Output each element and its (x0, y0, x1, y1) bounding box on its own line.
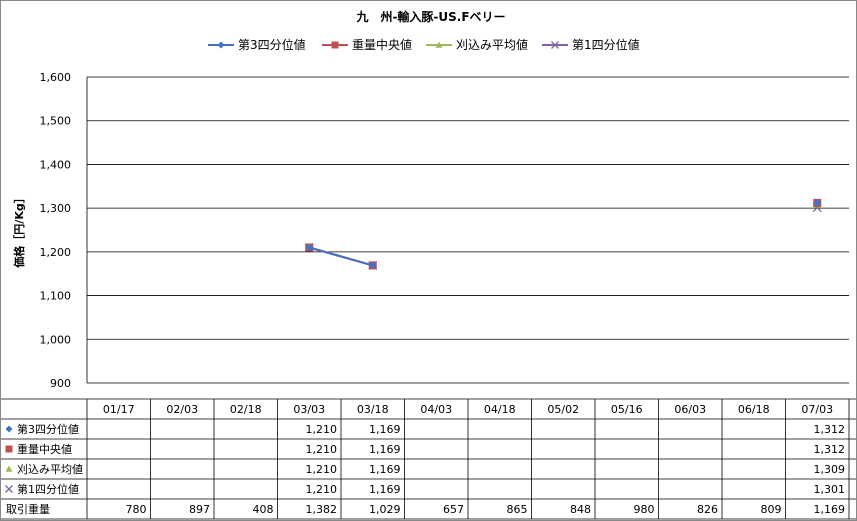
data-label: 1,169 (369, 483, 401, 496)
y-tick-label: 1,200 (40, 246, 72, 259)
legend-marker (331, 41, 339, 49)
volume-label: 848 (570, 503, 591, 516)
legend-label: 重量中央値 (352, 37, 412, 52)
y-axis-ticks: 900 1,000 1,100 1,200 1,300 1,400 1,500 1,600 (40, 71, 72, 390)
volume-label: 780 (126, 503, 147, 516)
y-tick-label: 900 (50, 377, 71, 390)
plot-area (304, 198, 822, 270)
x-tick-label: 03/18 (357, 403, 389, 416)
volume-label: 826 (697, 503, 718, 516)
legend: 第3四分位値 重量中央値 刈込み平均値 第1四分位値 (208, 37, 640, 52)
x-tick-label: 04/03 (420, 403, 452, 416)
data-table: 01/17 02/03 02/18 03/03 03/18 04/03 04/18 05/02… (1, 398, 856, 520)
series-line (308, 246, 374, 267)
volume-label: 408 (253, 503, 274, 516)
data-label: 1,210 (306, 443, 338, 456)
data-label: 1,312 (814, 423, 846, 436)
x-tick-label: 06/18 (738, 403, 770, 416)
x-tick-label: 03/03 (293, 403, 325, 416)
data-label: 1,169 (369, 463, 401, 476)
table-row-label: 第1四分位値 (17, 482, 79, 496)
volume-label: 865 (507, 503, 528, 516)
table-legend-marker (5, 425, 13, 433)
data-label: 1,210 (306, 423, 338, 436)
table-row-label: 重量中央値 (17, 442, 72, 456)
x-tick-label: 04/18 (484, 403, 516, 416)
legend-item: 第3四分位値 (208, 37, 306, 52)
y-tick-label: 1,600 (40, 71, 72, 84)
chart-canvas: 九 州-輸入豚-US.Fベリー 価格［円/Kg］ 第3四分位値 重量中央値 刈込み平… (1, 9, 856, 520)
data-label: 1,169 (369, 443, 401, 456)
y-axis-label: 価格［円/Kg］ (12, 192, 26, 268)
x-tick-label: 02/18 (230, 403, 262, 416)
volume-label: 809 (761, 503, 782, 516)
table-row-label: 刈込み平均値 (17, 463, 83, 476)
volume-label: 897 (189, 503, 210, 516)
y-tick-label: 1,500 (40, 115, 72, 128)
x-tick-label: 06/03 (674, 403, 706, 416)
volume-label: 980 (634, 503, 655, 516)
x-tick-label: 02/03 (166, 403, 198, 416)
legend-item: 第1四分位値 (542, 37, 640, 52)
legend-label: 第3四分位値 (238, 37, 306, 52)
chart-frame: 九 州-輸入豚-US.Fベリー 価格［円/Kg］ 第3四分位値 重量中央値 刈込み平… (0, 0, 857, 521)
y-tick-label: 1,300 (40, 202, 72, 215)
y-tick-label: 1,100 (40, 290, 72, 303)
data-label: 1,169 (369, 423, 401, 436)
data-label: 1,312 (814, 443, 846, 456)
y-tick-label: 1,400 (40, 158, 72, 171)
data-label: 1,210 (306, 483, 338, 496)
gridlines (86, 76, 849, 384)
table-row-label: 取引重量 (6, 502, 50, 516)
x-tick-label: 05/02 (547, 403, 579, 416)
legend-label: 刈込み平均値 (456, 37, 528, 52)
table-legend-marker (5, 465, 13, 472)
table-legend-marker (5, 485, 13, 493)
legend-item: 刈込み平均値 (426, 37, 528, 52)
legend-label: 第1四分位値 (572, 37, 640, 52)
volume-label: 1,029 (369, 503, 401, 516)
table-row-label: 第3四分位値 (17, 422, 79, 436)
x-tick-label: 05/16 (611, 403, 643, 416)
table-legend-marker (5, 445, 13, 453)
legend-marker (217, 41, 225, 49)
y-tick-label: 1,000 (40, 333, 72, 346)
legend-item: 重量中央値 (322, 37, 412, 52)
x-tick-label: 07/03 (801, 403, 833, 416)
chart-title: 九 州-輸入豚-US.Fベリー (355, 9, 505, 24)
data-label: 1,210 (306, 463, 338, 476)
data-label: 1,309 (814, 463, 846, 476)
volume-label: 1,169 (814, 503, 846, 516)
volume-label: 1,382 (306, 503, 338, 516)
x-tick-label: 01/17 (103, 403, 135, 416)
data-label: 1,301 (814, 483, 846, 496)
volume-label: 657 (443, 503, 464, 516)
